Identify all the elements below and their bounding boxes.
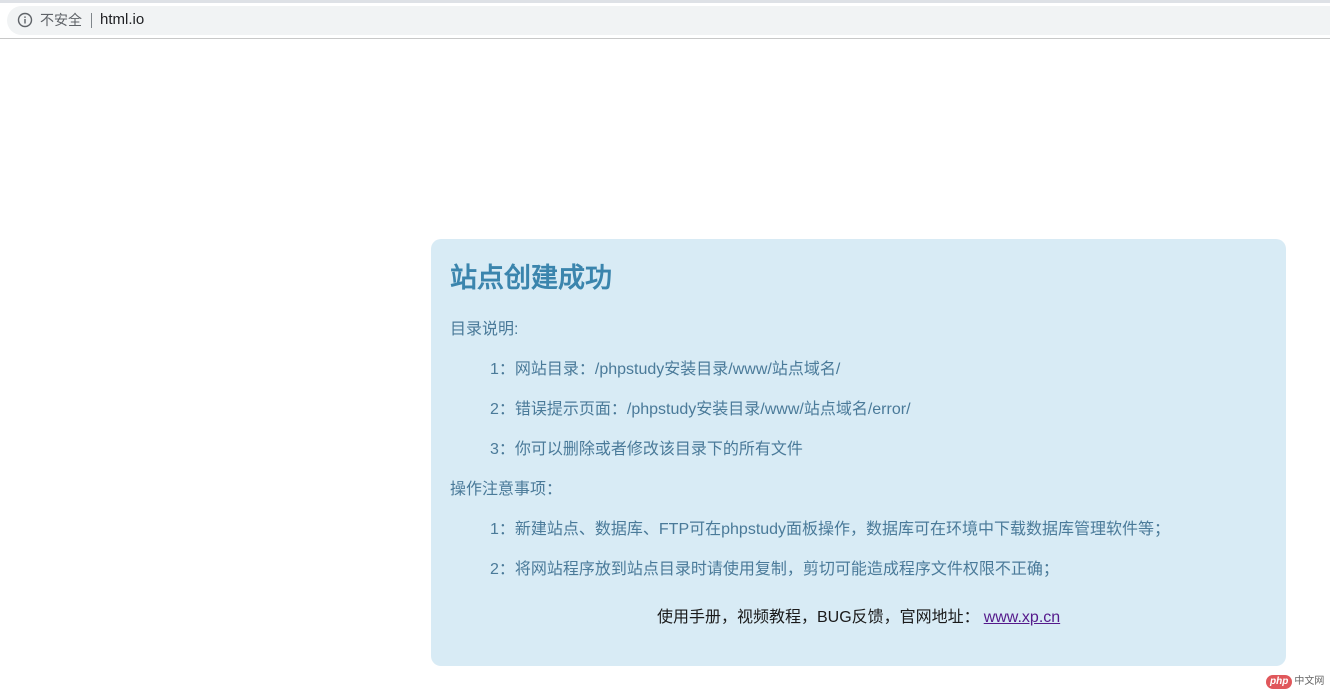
site-created-card: 站点创建成功 目录说明: 1：网站目录：/phpstudy安装目录/www/站点… — [431, 239, 1286, 666]
page-title: 站点创建成功 — [450, 263, 612, 293]
address-bar: 不安全 html.io — [0, 3, 1330, 39]
operations-heading: 操作注意事项： — [450, 481, 563, 498]
operations-item: 2：将网站程序放到站点目录时请使用复制，剪切可能造成程序文件权限不正确； — [490, 561, 1059, 578]
directory-item: 1：网站目录：/phpstudy安装目录/www/站点域名/ — [490, 361, 841, 378]
info-circle-icon[interactable] — [17, 12, 33, 28]
security-status-label[interactable]: 不安全 — [40, 11, 82, 29]
official-site-link[interactable]: www.xp.cn — [984, 609, 1060, 626]
url-text[interactable]: html.io — [100, 11, 144, 29]
omnibox[interactable] — [7, 6, 1330, 35]
php-logo: php — [1266, 675, 1293, 689]
watermark-text: 中文网 — [1294, 676, 1325, 687]
address-separator — [91, 13, 92, 28]
directory-heading: 目录说明: — [450, 321, 519, 338]
operations-item: 1：新建站点、数据库、FTP可在phpstudy面板操作，数据库可在环境中下载数… — [490, 521, 1171, 538]
directory-item: 2：错误提示页面：/phpstudy安装目录/www/站点域名/error/ — [490, 401, 911, 418]
directory-item: 3：你可以删除或者修改该目录下的所有文件 — [490, 441, 803, 458]
footer-text: 使用手册，视频教程，BUG反馈，官网地址： — [657, 609, 980, 626]
footer-line: 使用手册，视频教程，BUG反馈，官网地址： www.xp.cn — [657, 608, 1060, 628]
watermark: php 中文网 — [1266, 675, 1324, 689]
